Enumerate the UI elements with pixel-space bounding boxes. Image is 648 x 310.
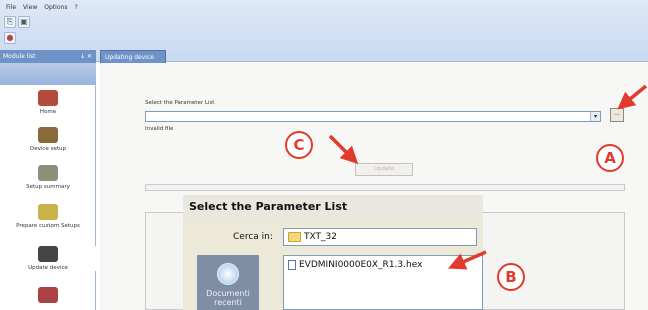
arrow-to-update: [328, 134, 359, 165]
callout-b: B: [497, 263, 525, 291]
arrow-to-file: [447, 250, 487, 270]
callout-c: C: [285, 131, 313, 159]
callout-a: A: [596, 144, 624, 172]
callout-arrows: [328, 84, 648, 270]
arrow-to-browse: [617, 84, 648, 110]
